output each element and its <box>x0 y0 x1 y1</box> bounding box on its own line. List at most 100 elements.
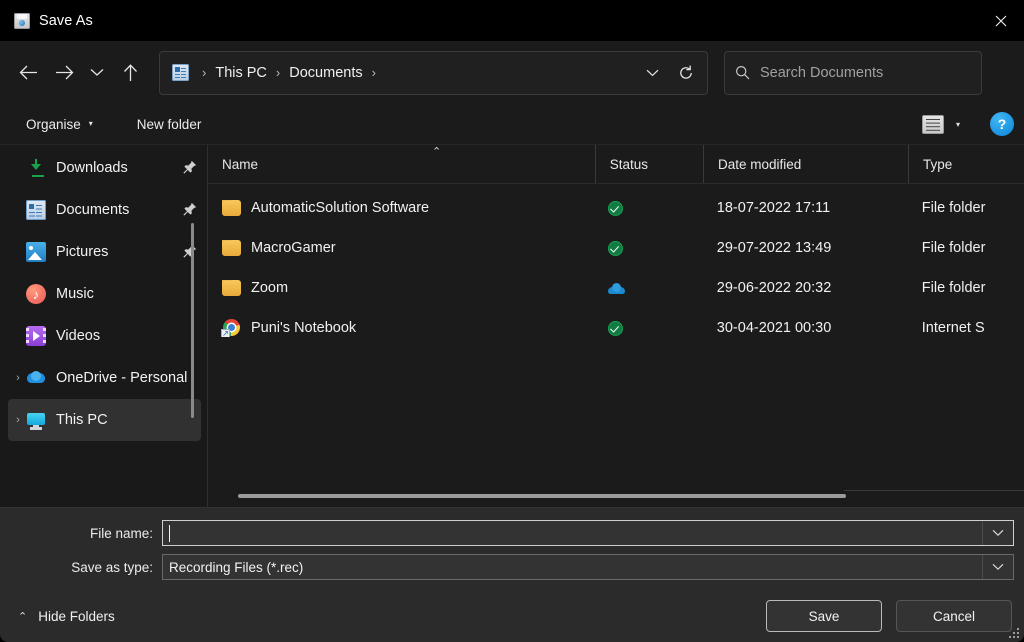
sidebar-item-label: Pictures <box>56 244 109 260</box>
folder-icon <box>222 200 241 216</box>
sidebar-item-label: Music <box>56 286 94 302</box>
search-icon <box>735 65 750 80</box>
file-type-cell: Internet S <box>921 320 985 336</box>
hide-folders-label: Hide Folders <box>38 608 115 624</box>
downloads-icon <box>26 158 46 178</box>
text-caret <box>169 525 170 542</box>
view-options-chevron-down-icon[interactable]: ▾ <box>956 120 960 129</box>
search-input[interactable] <box>760 64 971 81</box>
table-row[interactable]: AutomaticSolution Software 18-07-2022 17… <box>208 188 1024 228</box>
save-as-dialog: Save As › This PC › Documents › Search D… <box>0 0 1024 642</box>
new-folder-button[interactable]: New folder <box>129 110 210 138</box>
breadcrumb-separator: › <box>202 65 207 80</box>
organise-button[interactable]: Organise ▾ <box>18 110 101 138</box>
column-header-date-modified[interactable]: Date modified <box>702 145 908 183</box>
sidebar-item-label: OneDrive - Personal <box>56 370 188 386</box>
synced-check-icon <box>608 320 624 336</box>
scroll-divider <box>844 490 1024 491</box>
file-name-cell: ↗ Puni's Notebook <box>208 319 594 337</box>
hide-folders-button[interactable]: ⌃ Hide Folders <box>18 609 115 624</box>
file-rows: AutomaticSolution Software 18-07-2022 17… <box>208 184 1024 507</box>
save-as-type-row: Save as type: Recording Files (*.rec) <box>10 554 1014 580</box>
list-view-icon[interactable] <box>921 114 944 134</box>
back-icon[interactable] <box>10 56 46 90</box>
column-header-status[interactable]: Status <box>594 145 703 183</box>
sidebar-item-onedrive[interactable]: › OneDrive - Personal <box>8 357 201 399</box>
save-disk-icon <box>14 12 30 29</box>
sidebar-item-videos[interactable]: Videos <box>8 315 201 357</box>
column-header-label: Status <box>609 156 648 172</box>
save-as-type-label: Save as type: <box>71 559 153 575</box>
breadcrumb-separator: › <box>275 65 281 80</box>
file-name-chevron-down-icon[interactable] <box>982 521 1013 545</box>
save-button[interactable]: Save <box>766 600 882 632</box>
column-header-type[interactable]: Type <box>907 145 1024 183</box>
chevron-up-icon: ⌃ <box>18 610 28 623</box>
up-one-level-icon[interactable] <box>112 56 148 90</box>
command-bar: Organise ▾ New folder ▾ ? <box>0 104 1024 144</box>
window-title: Save As <box>39 12 93 29</box>
help-button[interactable]: ? <box>990 112 1014 136</box>
breadcrumb-item-this-pc[interactable]: This PC <box>215 65 267 81</box>
folder-icon <box>222 280 241 296</box>
cloud-icon <box>608 282 626 294</box>
column-header-label: Date modified <box>717 156 802 172</box>
file-name-label: File name: <box>89 525 153 541</box>
forward-icon[interactable] <box>46 56 82 90</box>
sidebar-item-downloads[interactable]: Downloads <box>8 147 201 189</box>
horizontal-scrollbar-thumb[interactable] <box>238 494 846 498</box>
breadcrumb-separator-trailing: › <box>371 65 376 80</box>
close-button[interactable] <box>978 0 1024 41</box>
breadcrumb-item-documents[interactable]: Documents <box>289 65 362 81</box>
file-status-cell <box>594 240 703 256</box>
pin-icon <box>183 160 199 176</box>
sidebar-scrollbar[interactable] <box>191 223 194 418</box>
expand-chevron-right-icon[interactable]: › <box>10 372 26 384</box>
organise-label: Organise <box>26 116 81 132</box>
file-name-label: MacroGamer <box>251 240 336 256</box>
table-row[interactable]: ↗ Puni's Notebook 30-04-2021 00:30 Inter… <box>208 308 1024 348</box>
breadcrumb[interactable]: › This PC › Documents › <box>159 50 708 95</box>
sidebar-item-label: This PC <box>56 412 108 428</box>
column-header-label: Type <box>922 156 953 172</box>
column-header-name[interactable]: Name ⌃ <box>208 145 595 183</box>
table-row[interactable]: Zoom 29-06-2022 20:32 File folder <box>208 268 1024 308</box>
sidebar-item-pictures[interactable]: Pictures <box>8 231 201 273</box>
horizontal-scrollbar[interactable] <box>232 494 1016 498</box>
file-name-input[interactable] <box>163 524 982 542</box>
sidebar-item-label: Downloads <box>56 160 128 176</box>
file-name-cell: AutomaticSolution Software <box>208 200 594 216</box>
title-bar: Save As <box>0 0 1024 41</box>
table-row[interactable]: MacroGamer 29-07-2022 13:49 File folder <box>208 228 1024 268</box>
resize-grip-icon[interactable] <box>1008 627 1019 638</box>
sidebar-item-label: Documents <box>56 202 130 218</box>
file-date-cell: 29-06-2022 20:32 <box>716 280 832 296</box>
breadcrumb-documents-icon <box>172 64 189 81</box>
file-type-cell: File folder <box>921 200 986 216</box>
column-headers: Name ⌃ Status Date modified Type <box>208 145 1024 184</box>
new-folder-label: New folder <box>136 116 202 132</box>
breadcrumb-chevron-down-icon[interactable] <box>635 54 669 92</box>
file-list-pane: Name ⌃ Status Date modified Type Automat… <box>208 145 1024 507</box>
chrome-shortcut-icon: ↗ <box>221 319 241 337</box>
music-icon <box>26 284 46 304</box>
sidebar-item-music[interactable]: Music <box>8 273 201 315</box>
refresh-icon[interactable] <box>669 54 703 92</box>
save-as-type-combobox[interactable]: Recording Files (*.rec) <box>162 554 1014 580</box>
file-status-cell <box>594 200 703 216</box>
file-name-combobox[interactable] <box>162 520 1014 546</box>
sidebar-item-this-pc[interactable]: › This PC <box>8 399 201 441</box>
recent-locations-chevron-down-icon[interactable] <box>82 56 112 90</box>
save-as-type-chevron-down-icon[interactable] <box>982 555 1013 579</box>
sort-ascending-icon: ⌃ <box>432 146 442 158</box>
dialog-content: Downloads Documents Pictures ♪ Music Vid… <box>0 144 1024 507</box>
sidebar-item-label: Videos <box>56 328 101 344</box>
pictures-icon <box>26 242 46 262</box>
cancel-button[interactable]: Cancel <box>896 600 1012 632</box>
dialog-footer: ⌃ Hide Folders Save Cancel <box>0 590 1024 642</box>
file-type-cell: File folder <box>921 240 986 256</box>
search-box[interactable] <box>724 50 982 95</box>
synced-check-icon <box>608 240 624 256</box>
sidebar-item-documents[interactable]: Documents <box>8 189 201 231</box>
expand-chevron-right-icon[interactable]: › <box>10 414 26 426</box>
